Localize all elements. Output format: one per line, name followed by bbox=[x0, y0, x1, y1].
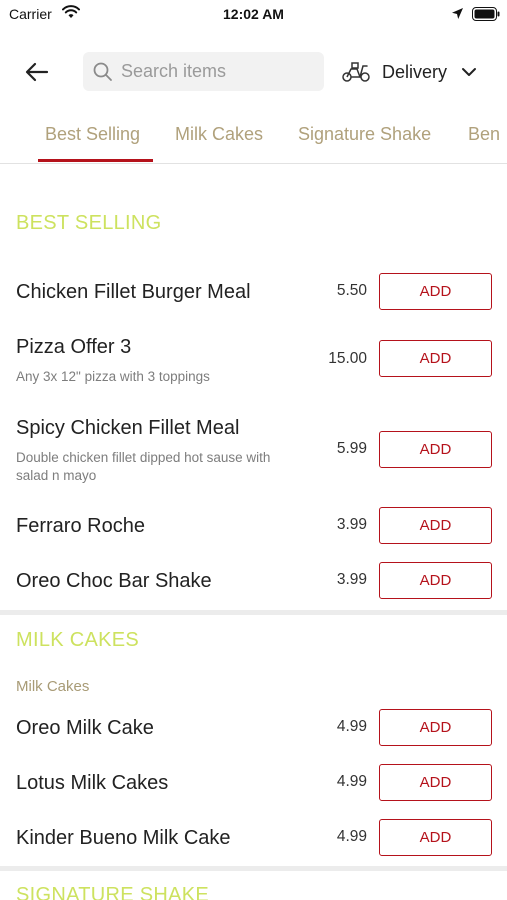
chevron-down-icon bbox=[461, 67, 477, 77]
add-button[interactable]: ADD bbox=[379, 431, 492, 468]
add-button[interactable]: ADD bbox=[379, 340, 492, 377]
delivery-mode-select[interactable]: Delivery bbox=[341, 56, 486, 88]
status-time: 12:02 AM bbox=[223, 6, 284, 22]
scooter-icon bbox=[341, 60, 373, 84]
item-price: 15.00 bbox=[328, 350, 367, 367]
tab-ben[interactable]: Ben bbox=[468, 124, 500, 145]
section-title-best-selling: BEST SELLING bbox=[16, 212, 162, 234]
item-description: Any 3x 12" pizza with 3 toppings bbox=[16, 369, 210, 384]
item-name: Spicy Chicken Fillet Meal bbox=[16, 417, 240, 439]
search-icon bbox=[93, 62, 113, 82]
tab-best-selling[interactable]: Best Selling bbox=[45, 124, 140, 145]
section-divider bbox=[0, 610, 507, 615]
item-name: Chicken Fillet Burger Meal bbox=[16, 281, 251, 303]
item-price: 4.99 bbox=[336, 773, 367, 790]
item-price: 5.99 bbox=[336, 440, 367, 457]
item-description: Double chicken fillet dipped hot sause w… bbox=[16, 450, 271, 483]
category-tabs: Best Selling Milk Cakes Signature Shake … bbox=[0, 110, 507, 164]
back-button[interactable] bbox=[22, 58, 52, 86]
search-box[interactable] bbox=[83, 52, 324, 91]
status-bar: Carrier 12:02 AM bbox=[0, 0, 507, 30]
add-button[interactable]: ADD bbox=[379, 562, 492, 599]
item-name: Oreo Choc Bar Shake bbox=[16, 570, 212, 592]
tab-signature-shake[interactable]: Signature Shake bbox=[298, 124, 431, 145]
section-title-milk-cakes: MILK CAKES bbox=[16, 629, 140, 651]
battery-icon bbox=[472, 7, 500, 26]
item-name: Ferraro Roche bbox=[16, 515, 145, 537]
delivery-label: Delivery bbox=[382, 61, 448, 82]
tab-milk-cakes[interactable]: Milk Cakes bbox=[175, 124, 263, 145]
item-price: 5.50 bbox=[336, 282, 367, 299]
back-arrow-icon bbox=[25, 62, 49, 82]
add-button[interactable]: ADD bbox=[379, 764, 492, 801]
item-name: Oreo Milk Cake bbox=[16, 717, 154, 739]
item-price: 3.99 bbox=[336, 571, 367, 588]
item-name: Pizza Offer 3 bbox=[16, 336, 132, 358]
item-price: 4.99 bbox=[336, 718, 367, 735]
active-tab-indicator bbox=[38, 159, 153, 162]
location-arrow-icon bbox=[451, 7, 464, 25]
item-price: 3.99 bbox=[336, 516, 367, 533]
section-title-signature-shake: SIGNATURE SHAKE bbox=[16, 884, 210, 900]
item-name: Lotus Milk Cakes bbox=[16, 772, 169, 794]
item-price: 4.99 bbox=[336, 828, 367, 845]
add-button[interactable]: ADD bbox=[379, 507, 492, 544]
add-button[interactable]: ADD bbox=[379, 819, 492, 856]
search-input[interactable] bbox=[121, 61, 311, 82]
add-button[interactable]: ADD bbox=[379, 709, 492, 746]
add-button[interactable]: ADD bbox=[379, 273, 492, 310]
section-subtitle: Milk Cakes bbox=[16, 678, 90, 695]
item-name: Kinder Bueno Milk Cake bbox=[16, 827, 231, 849]
section-divider bbox=[0, 866, 507, 871]
